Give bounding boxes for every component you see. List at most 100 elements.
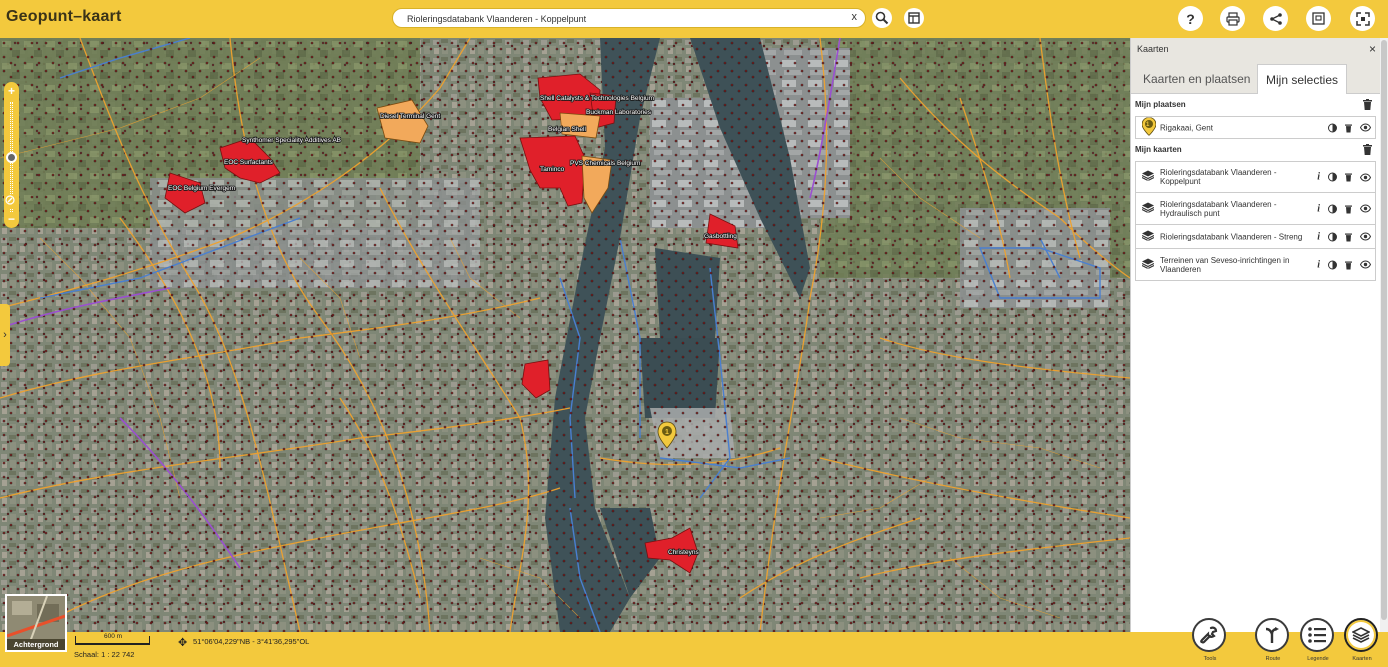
my-maps-section: Mijn kaarten — [1131, 139, 1380, 161]
maps-panel: Kaarten × Kaarten en plaatsen Mijn selec… — [1130, 38, 1380, 632]
contrast-icon[interactable] — [1328, 260, 1337, 269]
panel-tabs: Kaarten en plaatsen Mijn selecties — [1131, 60, 1380, 94]
maps-label: Kaarten — [1352, 656, 1372, 662]
fullscreen-button[interactable] — [1350, 6, 1375, 31]
eye-icon[interactable] — [1360, 260, 1371, 269]
background-switcher[interactable]: Achtergrond — [5, 594, 67, 652]
crosshair-icon: ✥ — [178, 637, 188, 649]
map-canvas[interactable]: Synthomer Speciality Additives AB EOC Su… — [0, 38, 1130, 632]
search-box[interactable]: x — [392, 8, 866, 28]
contrast-icon[interactable] — [1328, 172, 1337, 182]
top-bar: Geopunt–kaart x ? — [0, 0, 1388, 38]
map-layer-actions: i — [1317, 172, 1371, 183]
map-layer-actions: i — [1317, 231, 1371, 242]
place-actions — [1328, 123, 1371, 132]
layers-icon — [1141, 202, 1155, 215]
map-label-taminco: Taminco — [540, 166, 565, 173]
trash-icon[interactable] — [1345, 173, 1352, 182]
map-label-diesel-terminal: Diesel Terminal Gent — [380, 113, 440, 120]
embed-button[interactable] — [1306, 6, 1331, 31]
print-icon — [1225, 11, 1240, 26]
map-layer-row[interactable]: Rioleringsdatabank Vlaanderen - Koppelpu… — [1135, 161, 1376, 193]
eye-icon[interactable] — [1360, 173, 1371, 181]
panel-close-button[interactable]: × — [1369, 42, 1376, 56]
zoom-out-button[interactable]: − — [4, 212, 19, 226]
map-drawing: Synthomer Speciality Additives AB EOC Su… — [0, 38, 1130, 632]
info-icon[interactable]: i — [1317, 172, 1320, 183]
list-icon — [1308, 627, 1326, 643]
zoom-slider-handle[interactable] — [6, 152, 17, 163]
place-number: 1 — [1146, 122, 1150, 128]
help-icon: ? — [1186, 10, 1195, 27]
eye-icon[interactable] — [1360, 204, 1371, 213]
tools-label: Tools — [1203, 656, 1217, 662]
map-layer-label: Rioleringsdatabank Vlaanderen - Koppelpu… — [1160, 168, 1277, 186]
chevron-right-icon: › — [3, 329, 7, 341]
clear-places-button[interactable] — [1363, 99, 1372, 113]
compass-icon — [5, 195, 15, 205]
tab-kaarten-en-plaatsen[interactable]: Kaarten en plaatsen — [1135, 64, 1258, 94]
frame-icon — [1312, 12, 1325, 25]
trash-icon — [1363, 144, 1372, 155]
coordinates-readout: 51°06'04,229"NB - 3°41'36,295"OL — [193, 637, 310, 646]
share-icon — [1269, 12, 1282, 25]
eye-icon[interactable] — [1360, 123, 1371, 132]
panel-title: Kaarten — [1137, 44, 1169, 54]
map-label-synthomer: Synthomer Speciality Additives AB — [242, 137, 341, 144]
my-maps-header: Mijn kaarten — [1135, 145, 1182, 154]
maps-button[interactable] — [1344, 618, 1378, 652]
trash-icon[interactable] — [1345, 123, 1352, 132]
catalog-icon — [908, 12, 920, 24]
trash-icon[interactable] — [1345, 204, 1352, 213]
map-label-shell-catalysts: Shell Catalysts & Technologies Belgium — [540, 95, 654, 102]
scale-distance: 600 m — [104, 633, 123, 640]
compass-button[interactable] — [5, 195, 19, 209]
print-button[interactable] — [1220, 6, 1245, 31]
contrast-icon[interactable] — [1328, 232, 1337, 241]
map-layer-actions: i — [1317, 203, 1371, 214]
info-icon[interactable]: i — [1317, 203, 1320, 214]
route-button[interactable] — [1255, 618, 1289, 652]
wrench-icon — [1200, 626, 1218, 644]
search-icon — [875, 11, 889, 25]
zoom-in-button[interactable]: + — [4, 84, 19, 98]
map-label-belgian-shell: Belgian Shell — [548, 126, 586, 133]
map-label-eoc-surfactants: EOC Surfactants — [224, 159, 274, 166]
layers-icon — [1141, 230, 1155, 243]
route-label: Route — [1265, 656, 1281, 662]
scale-ratio: Schaal: 1 : 22 742 — [74, 650, 135, 659]
map-layer-row[interactable]: Terreinen van Seveso-inrichtingen in Vla… — [1135, 249, 1376, 281]
search-clear-button[interactable]: x — [852, 11, 858, 23]
info-icon[interactable]: i — [1317, 231, 1320, 242]
map-label-eoc-belgium: EOC Belgium Evergem — [168, 185, 235, 192]
contrast-icon[interactable] — [1328, 123, 1337, 132]
panel-scrollbar-thumb[interactable] — [1381, 40, 1387, 620]
help-button[interactable]: ? — [1178, 6, 1203, 31]
tools-button[interactable] — [1192, 618, 1226, 652]
search-button[interactable] — [872, 8, 892, 28]
map-layer-label: Rioleringsdatabank Vlaanderen - Hydrauli… — [1160, 199, 1277, 218]
my-places-section: Mijn plaatsen — [1131, 94, 1380, 116]
catalog-button[interactable] — [904, 8, 924, 28]
contrast-icon[interactable] — [1328, 204, 1337, 213]
search-input[interactable] — [407, 11, 827, 26]
info-icon[interactable]: i — [1317, 259, 1320, 270]
fullscreen-icon — [1355, 11, 1370, 26]
clear-maps-button[interactable] — [1363, 144, 1372, 158]
map-layer-label: Rioleringsdatabank Vlaanderen - Streng — [1160, 232, 1303, 241]
app-logo[interactable]: Geopunt–kaart — [6, 8, 122, 26]
route-icon — [1265, 627, 1279, 643]
trash-icon[interactable] — [1345, 232, 1352, 241]
legend-button[interactable] — [1300, 618, 1334, 652]
layers-icon — [1141, 170, 1155, 184]
left-panel-toggle[interactable]: › — [0, 304, 10, 366]
share-button[interactable] — [1263, 6, 1288, 31]
trash-icon[interactable] — [1345, 260, 1352, 269]
place-row[interactable]: 1 Rigakaai, Gent — [1135, 116, 1376, 139]
tab-mijn-selecties[interactable]: Mijn selecties — [1257, 64, 1348, 94]
eye-icon[interactable] — [1360, 232, 1371, 241]
map-label-buckman: Buckman Laboratories — [586, 109, 652, 116]
map-layer-row[interactable]: Rioleringsdatabank Vlaanderen - Hydrauli… — [1135, 193, 1376, 225]
map-layer-row[interactable]: Rioleringsdatabank Vlaanderen - Streng i — [1135, 225, 1376, 249]
background-label: Achtergrond — [7, 639, 65, 650]
